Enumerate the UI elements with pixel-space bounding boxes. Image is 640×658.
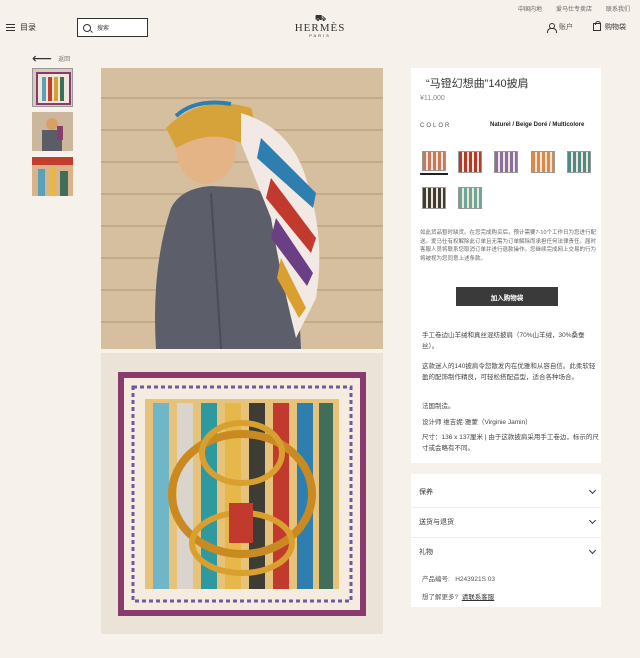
- menu-button[interactable]: 目录: [6, 22, 36, 33]
- sku-value: H243921S 03: [455, 576, 495, 583]
- hamburger-icon: [6, 24, 15, 31]
- sku-label: 产品编号:: [422, 576, 450, 583]
- color-swatch-4[interactable]: [529, 149, 557, 175]
- color-swatch-5[interactable]: [565, 149, 593, 175]
- stock-notice: 如此货品暂时缺货。在您完成购买后，预计需要7-10个工作日为您进行配送。爱马仕有…: [420, 230, 597, 262]
- description-material: 手工卷边山羊绒和真丝混纺披肩（70%山羊绒，30%桑蚕丝）。: [422, 332, 585, 350]
- back-link[interactable]: ⟵ 返回: [32, 50, 71, 66]
- color-value: Naturel / Beige Doré / Multicolore: [490, 122, 585, 128]
- divider: [411, 507, 601, 508]
- chevron-down-icon: [588, 486, 597, 495]
- region-link[interactable]: 中国内地: [518, 4, 542, 13]
- add-to-bag-button[interactable]: 加入购物袋: [456, 287, 558, 306]
- swatch-fill: [422, 151, 446, 171]
- swatch-fill: [458, 187, 482, 209]
- product-name: “马镫幻想曲”140披肩: [426, 78, 529, 90]
- color-swatch-6[interactable]: [420, 185, 448, 211]
- logo-text: HERMÈS: [294, 22, 346, 34]
- thumbnail-scarf-detail[interactable]: [32, 157, 73, 196]
- color-swatch-2[interactable]: [456, 149, 484, 175]
- help-row: 想了解更多? 请联系客服: [422, 591, 494, 601]
- thumbnail-scarf-flat[interactable]: [32, 68, 73, 107]
- accordion-care[interactable]: 保养: [419, 486, 597, 497]
- swatch-fill: [458, 151, 482, 173]
- chevron-down-icon: [588, 516, 597, 525]
- back-label: 返回: [58, 56, 71, 63]
- color-swatch-7[interactable]: [456, 185, 484, 211]
- product-sku: 产品编号: H243921S 03: [422, 573, 495, 583]
- accordion: 保养 送货与退货 礼物: [411, 474, 601, 607]
- brand-logo[interactable]: ⛟ HERMÈS PARIS: [290, 14, 350, 39]
- utility-bar: 中国内地 爱马仕专卖店 联系我们: [518, 4, 630, 13]
- color-swatch-3[interactable]: [492, 149, 520, 175]
- contact-link[interactable]: 联系我们: [606, 4, 630, 13]
- bag-button[interactable]: 购物袋: [593, 21, 626, 32]
- swatch-fill: [567, 151, 591, 173]
- accordion-label: 送货与退货: [419, 519, 454, 526]
- search-placeholder: 搜索: [97, 26, 110, 32]
- thumbnail-model-front[interactable]: [32, 112, 73, 151]
- swatch-fill: [494, 151, 518, 173]
- help-text: 想了解更多?: [422, 594, 459, 601]
- color-label: COLOR: [420, 123, 452, 129]
- shopping-bag-icon: [593, 21, 601, 31]
- arrow-left-icon: ⟵: [32, 50, 53, 66]
- account-button[interactable]: 账户: [547, 22, 573, 33]
- accordion-label: 保养: [419, 489, 433, 496]
- product-image-model: [101, 68, 383, 349]
- accordion-label: 礼物: [419, 549, 433, 556]
- description-designer: 设计师 维吉妮·雅蒙（Virginie Jamin）: [422, 419, 532, 426]
- description-size: 尺寸：136 x 137厘米 | 由于这款披肩采用手工卷边，标示的尺寸或会略有不…: [422, 434, 599, 452]
- contact-service-link[interactable]: 请联系客服: [462, 594, 495, 601]
- accordion-gift[interactable]: 礼物: [419, 546, 597, 557]
- person-icon: [547, 22, 557, 33]
- color-swatch-1[interactable]: [420, 149, 448, 175]
- accordion-delivery[interactable]: 送货与退货: [419, 516, 597, 527]
- account-label: 账户: [559, 24, 573, 31]
- product-price: ¥11,000: [420, 95, 445, 102]
- divider: [411, 537, 601, 538]
- bag-label: 购物袋: [605, 24, 626, 31]
- stores-link[interactable]: 爱马仕专卖店: [556, 4, 592, 13]
- description-origin: 法国制造。: [422, 403, 455, 410]
- description-body: 这款迷人的140披肩令您散发内在优雅和从容自信。此柔软轻盈的配饰制作精良，可轻松…: [422, 363, 596, 381]
- search-icon: [83, 23, 91, 32]
- swatch-fill: [531, 151, 555, 173]
- search-input[interactable]: 搜索: [77, 18, 148, 37]
- swatch-fill: [422, 187, 446, 209]
- product-image-scarf: [101, 353, 383, 634]
- chevron-down-icon: [588, 546, 597, 555]
- menu-label: 目录: [20, 23, 36, 32]
